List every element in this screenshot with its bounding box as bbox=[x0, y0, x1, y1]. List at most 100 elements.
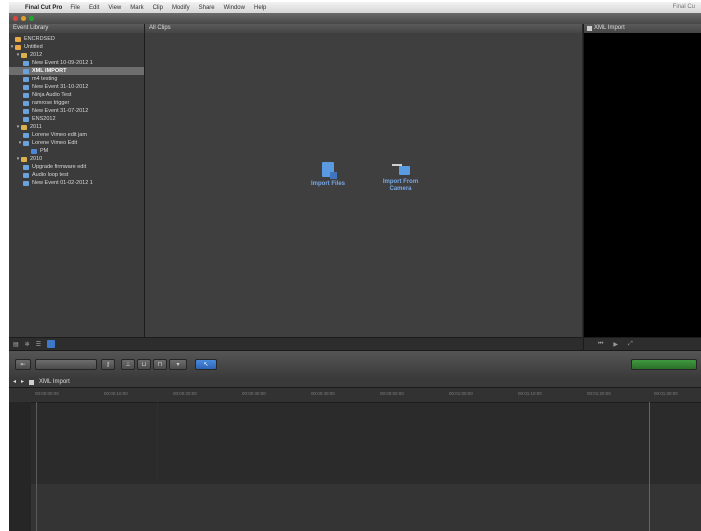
library-item-label: XML IMPORT bbox=[32, 68, 67, 74]
window-titlebar bbox=[9, 13, 701, 24]
event-icon bbox=[23, 60, 29, 66]
show-library-icon[interactable]: ▤ bbox=[13, 341, 19, 348]
menu-view[interactable]: View bbox=[108, 5, 121, 11]
playhead[interactable] bbox=[36, 402, 37, 531]
drive-icon bbox=[15, 36, 21, 42]
window-controls bbox=[13, 16, 34, 21]
keyword-collection-icon bbox=[31, 148, 37, 154]
library-item[interactable]: Audio loop test bbox=[9, 171, 144, 179]
play-from-start-icon[interactable]: ⏮ bbox=[598, 341, 603, 348]
menu-help[interactable]: Help bbox=[254, 5, 266, 11]
menu-edit[interactable]: Edit bbox=[89, 5, 99, 11]
ruler-tick-label: 00:01:20:00 bbox=[587, 391, 611, 396]
viewer-panel: XML Import ⏮ ▶ ⤢ bbox=[583, 24, 701, 350]
media-import-button[interactable]: ⇤ bbox=[15, 359, 31, 370]
library-item[interactable]: ramrose trigger bbox=[9, 99, 144, 107]
library-item[interactable]: ENS2012 bbox=[9, 115, 144, 123]
event-browser-panel: All Clips Import Files Import From Camer… bbox=[145, 24, 582, 350]
app-menu[interactable]: Final Cut Pro bbox=[25, 5, 62, 11]
library-item[interactable]: ▾ Lorene Vimeo Edit bbox=[9, 139, 144, 147]
timeline-panel: ◂ ▸ XML Import 00:00:00:00 00:00:10:00 0… bbox=[9, 378, 701, 531]
library-item-label: 2012 bbox=[30, 52, 43, 58]
library-item[interactable]: PM bbox=[9, 147, 144, 155]
background-tasks-button[interactable] bbox=[631, 359, 697, 370]
zoom-window-button[interactable] bbox=[29, 16, 34, 21]
close-window-button[interactable] bbox=[13, 16, 18, 21]
library-item-label: 2010 bbox=[30, 156, 43, 162]
key-icon: ⚷ bbox=[105, 362, 111, 368]
timeline-ruler[interactable]: 00:00:00:00 00:00:10:00 00:00:20:00 00:0… bbox=[9, 388, 701, 403]
library-item[interactable]: New Event 31-10-2012 bbox=[9, 83, 144, 91]
menu-file[interactable]: File bbox=[70, 5, 80, 11]
ruler-tick-label: 00:00:10:00 bbox=[104, 391, 128, 396]
library-item[interactable]: New Event 10-09-2012 1 bbox=[9, 59, 144, 67]
ruler-tick-label: 00:01:10:00 bbox=[518, 391, 542, 396]
event-library-title: Event Library bbox=[9, 24, 144, 33]
timeline-audio-area[interactable] bbox=[31, 484, 701, 531]
filmstrip-view-icon[interactable] bbox=[47, 340, 56, 348]
append-clip-button[interactable]: ⊓ bbox=[153, 359, 167, 370]
library-item-selected[interactable]: XML IMPORT bbox=[9, 67, 144, 75]
library-item-label: PM bbox=[40, 148, 49, 154]
library-item[interactable]: m4 testing bbox=[9, 75, 144, 83]
event-icon bbox=[23, 100, 29, 106]
event-icon bbox=[23, 76, 29, 82]
import-files-label: Import Files bbox=[310, 181, 345, 187]
menu-modify[interactable]: Modify bbox=[172, 5, 190, 11]
library-item[interactable]: ENCRDSED bbox=[9, 35, 144, 43]
fullscreen-icon[interactable]: ⤢ bbox=[628, 341, 633, 348]
final-cut-pro-window: Final Cut Pro File Edit View Mark Clip M… bbox=[9, 2, 701, 531]
project-icon bbox=[29, 380, 35, 385]
menu-share[interactable]: Share bbox=[199, 5, 215, 11]
menu-window[interactable]: Window bbox=[224, 5, 245, 11]
action-gear-icon[interactable]: ✲ bbox=[25, 341, 30, 348]
library-item-label: New Event 31-10-2012 bbox=[32, 84, 89, 90]
library-item-label: Ninja Audio Test bbox=[32, 92, 72, 98]
ruler-tick-label: 00:00:40:00 bbox=[311, 391, 335, 396]
ruler-tick-label: 00:00:00:00 bbox=[35, 391, 59, 396]
library-item[interactable]: ▾ 2011 bbox=[9, 123, 144, 131]
import-camera-label-line1: Import From bbox=[382, 179, 419, 185]
overwrite-clip-button[interactable]: ▾ bbox=[169, 359, 187, 370]
drive-icon bbox=[15, 44, 21, 50]
library-item[interactable]: ▾ Untitled bbox=[9, 43, 144, 51]
event-icon bbox=[23, 84, 29, 90]
minimize-window-button[interactable] bbox=[21, 16, 26, 21]
event-library-panel: Event Library ENCRDSED ▾ Untitled ▾ 2012 N… bbox=[9, 24, 148, 350]
library-item-label: Upgrade firmware edit bbox=[32, 164, 87, 170]
list-view-icon[interactable]: ☰ bbox=[36, 341, 41, 348]
library-item-label: Lorene Vimeo Edit bbox=[32, 140, 78, 146]
event-icon bbox=[23, 116, 29, 122]
select-tool-button[interactable]: ↖ bbox=[195, 359, 217, 370]
import-from-camera-button[interactable]: Import From Camera bbox=[373, 162, 428, 193]
arrow-cursor-icon: ↖ bbox=[203, 362, 209, 368]
library-item[interactable]: Lorene Vimeo edit jam bbox=[9, 131, 144, 139]
library-item-label: New Event 31-07-2012 bbox=[32, 108, 89, 114]
ruler-tick-label: 00:00:50:00 bbox=[380, 391, 404, 396]
folder-icon bbox=[21, 124, 27, 130]
keyword-editor-button[interactable]: ⚷ bbox=[101, 359, 115, 370]
library-item-label: Audio loop test bbox=[32, 172, 69, 178]
insert-clip-button[interactable]: ⊔ bbox=[137, 359, 151, 370]
menu-mark[interactable]: Mark bbox=[130, 5, 143, 11]
connect-clip-button[interactable]: ⊥ bbox=[121, 359, 135, 370]
timeline-back-icon[interactable]: ◂ bbox=[13, 378, 16, 387]
library-item[interactable]: ▾ 2010 bbox=[9, 155, 144, 163]
event-library-footer: ▤ ✲ ☰ bbox=[9, 337, 148, 350]
library-item-label: ENCRDSED bbox=[24, 36, 55, 42]
timeline-project-name: XML Import bbox=[39, 379, 70, 385]
menu-clip[interactable]: Clip bbox=[153, 5, 163, 11]
library-item[interactable]: New Event 01-02-2012 1 bbox=[9, 179, 144, 187]
library-item[interactable]: Ninja Audio Test bbox=[9, 91, 144, 99]
play-icon[interactable]: ▶ bbox=[613, 341, 618, 348]
library-item[interactable]: ▾ 2012 bbox=[9, 51, 144, 59]
menu-bar: Final Cut Pro File Edit View Mark Clip M… bbox=[9, 2, 701, 13]
library-item-label: ENS2012 bbox=[32, 116, 56, 122]
timeline-header: ◂ ▸ XML Import bbox=[9, 378, 701, 388]
library-item[interactable]: New Event 31-07-2012 bbox=[9, 107, 144, 115]
project-library-button[interactable] bbox=[35, 359, 97, 370]
import-files-button[interactable]: Import Files bbox=[303, 162, 353, 188]
browser-filter-title[interactable]: All Clips bbox=[145, 24, 582, 33]
timeline-forward-icon[interactable]: ▸ bbox=[21, 378, 24, 387]
library-item[interactable]: Upgrade firmware edit bbox=[9, 163, 144, 171]
